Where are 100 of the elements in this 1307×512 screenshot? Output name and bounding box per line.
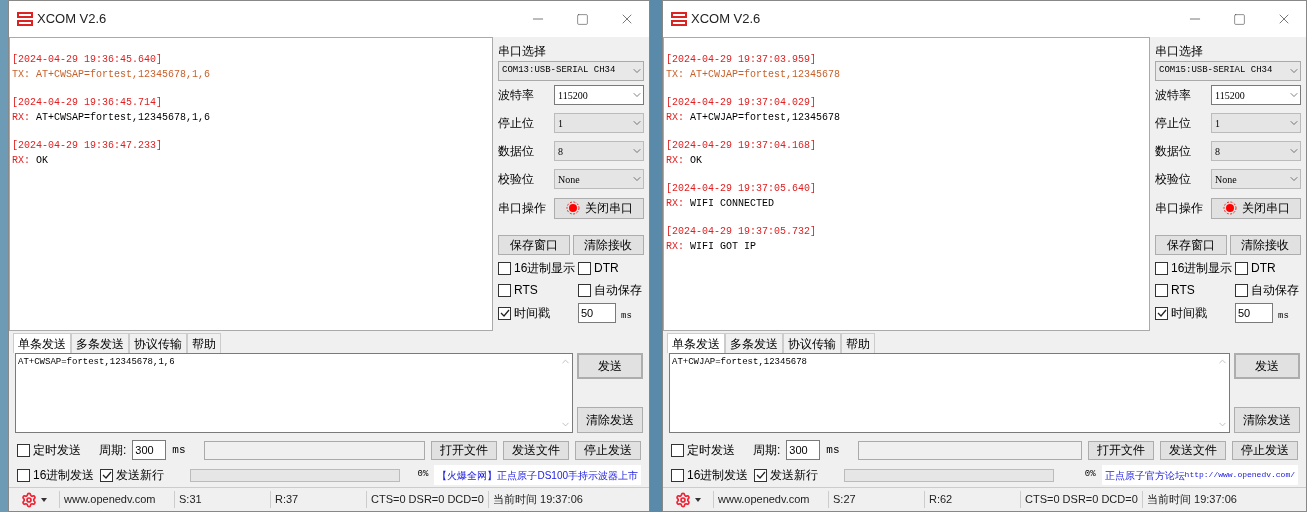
log-line: TX: AT+CWSAP=fortest,12345678,1,6 [12, 68, 211, 82]
operation-label: 串口操作 [498, 200, 547, 217]
send-file-button[interactable]: 发送文件 [1160, 440, 1226, 460]
send-file-button[interactable]: 发送文件 [503, 440, 569, 460]
interval-field[interactable]: 50 [578, 303, 616, 323]
send-button[interactable]: 发送 [577, 353, 643, 379]
stop-send-button[interactable]: 停止发送 [575, 440, 641, 460]
field-label: 停止位 [498, 115, 535, 132]
checkbox[interactable] [1155, 283, 1168, 297]
tab[interactable]: 单条发送 [13, 333, 71, 353]
period-field[interactable]: 300 [132, 440, 167, 460]
clear-receive-button[interactable]: 清除接收 [1229, 235, 1301, 255]
checkbox[interactable] [1235, 261, 1248, 275]
checkbox[interactable] [17, 443, 30, 457]
tab[interactable]: 帮助 [841, 333, 875, 353]
app-logo-icon [671, 12, 687, 26]
tab[interactable]: 单条发送 [667, 333, 725, 353]
log-timestamp: [2024-04-29 19:36:45.640] [12, 53, 163, 67]
period-field[interactable]: 300 [786, 440, 821, 460]
checkbox[interactable] [1155, 261, 1168, 275]
field-select[interactable]: 1 [1211, 113, 1301, 133]
open-file-button[interactable]: 打开文件 [1088, 440, 1154, 460]
checkbox[interactable] [754, 468, 768, 482]
status-received: R:37 [270, 491, 366, 508]
progress-reading: 0% [1084, 468, 1096, 482]
send-button[interactable]: 发送 [1234, 353, 1300, 379]
stop-send-button[interactable]: 停止发送 [1232, 440, 1298, 460]
tab[interactable]: 协议传输 [129, 333, 187, 353]
checkbox[interactable] [578, 283, 591, 297]
status-url: www.openedv.com [59, 491, 174, 508]
settings-icon[interactable] [21, 491, 37, 508]
clear-send-button[interactable]: 清除发送 [1234, 407, 1300, 433]
clear-receive-button[interactable]: 清除接收 [572, 235, 644, 255]
checkbox-label: DTR [1251, 260, 1276, 277]
field-select[interactable]: None [1211, 169, 1301, 189]
clear-send-button[interactable]: 清除发送 [577, 407, 643, 433]
caret-icon[interactable] [41, 497, 47, 502]
window-title: XCOM V2.6 [37, 10, 107, 29]
open-file-button[interactable]: 打开文件 [431, 440, 497, 460]
log-prefix: RX: [666, 154, 684, 168]
status-lines: CTS=0 DSR=0 DCD=0 [1020, 491, 1142, 508]
tab[interactable]: 多条发送 [71, 333, 129, 353]
field-select[interactable]: 8 [554, 141, 644, 161]
log-prefix: RX: [666, 197, 684, 211]
field-select[interactable]: 115200 [1211, 85, 1301, 105]
tab[interactable]: 协议传输 [783, 333, 841, 353]
save-window-button[interactable]: 保存窗口 [1155, 235, 1227, 255]
port-select[interactable]: COM13:USB-SERIAL CH34 [498, 61, 644, 81]
file-path-field[interactable] [857, 440, 1082, 460]
checkbox[interactable] [17, 468, 30, 482]
ad-banner[interactable]: 正点原子官方论坛http://www.openedv.com/ [1101, 465, 1298, 485]
period-unit: ms [826, 442, 840, 458]
settings-icon[interactable] [675, 491, 691, 508]
field-label: 校验位 [498, 171, 535, 188]
field-label: 数据位 [498, 143, 535, 160]
log-timestamp: [2024-04-29 19:36:45.714] [12, 96, 163, 110]
checkbox-label: 时间戳 [514, 305, 550, 322]
tab[interactable]: 多条发送 [725, 333, 783, 353]
field-label: 波特率 [1155, 87, 1192, 104]
status-received: R:62 [924, 491, 1020, 508]
send-text-field[interactable]: AT+CWSAP=fortest,12345678,1,6 [15, 353, 573, 433]
status-sent: S:27 [828, 491, 924, 508]
log-prefix: RX: [666, 240, 684, 254]
port-label: 串口选择 [498, 43, 547, 60]
field-select[interactable]: None [554, 169, 644, 189]
checkbox[interactable] [671, 468, 684, 482]
log-line: AT+CWJAP=fortest,12345678 [690, 111, 841, 125]
checkbox[interactable] [671, 443, 684, 457]
caret-icon[interactable] [695, 497, 701, 502]
status-sent: S:31 [174, 491, 270, 508]
checkbox-label: 发送新行 [116, 467, 165, 484]
checkbox[interactable] [498, 261, 511, 275]
checkbox[interactable] [498, 283, 511, 297]
log-line: WIFI GOT IP [690, 240, 757, 254]
tab[interactable]: 帮助 [187, 333, 221, 353]
log-timestamp: [2024-04-29 19:37:03.959] [666, 53, 817, 67]
field-select[interactable]: 8 [1211, 141, 1301, 161]
checkbox-label: 自动保存 [594, 282, 642, 299]
maximize-icon[interactable] [576, 12, 589, 26]
checkbox-label: 时间戳 [1171, 305, 1207, 322]
checkbox[interactable] [100, 468, 114, 482]
checkbox[interactable] [578, 261, 591, 275]
checkbox-label: RTS [1171, 282, 1195, 299]
field-select[interactable]: 115200 [554, 85, 644, 105]
send-text-field[interactable]: AT+CWJAP=fortest,12345678 [669, 353, 1230, 433]
log-line: TX: AT+CWJAP=fortest,12345678 [666, 68, 841, 82]
checkbox[interactable] [1155, 306, 1168, 320]
close-port-button[interactable]: 关闭串口 [554, 197, 644, 219]
checkbox[interactable] [1235, 283, 1248, 297]
field-label: 停止位 [1155, 115, 1192, 132]
interval-field[interactable]: 50 [1235, 303, 1273, 323]
field-select[interactable]: 1 [554, 113, 644, 133]
port-select[interactable]: COM15:USB-SERIAL CH34 [1155, 61, 1301, 81]
save-window-button[interactable]: 保存窗口 [498, 235, 570, 255]
file-path-field[interactable] [203, 440, 425, 460]
maximize-icon[interactable] [1233, 12, 1246, 26]
close-port-button[interactable]: 关闭串口 [1211, 197, 1301, 219]
field-label: 校验位 [1155, 171, 1192, 188]
checkbox[interactable] [498, 306, 511, 320]
log-prefix: RX: [12, 111, 30, 125]
